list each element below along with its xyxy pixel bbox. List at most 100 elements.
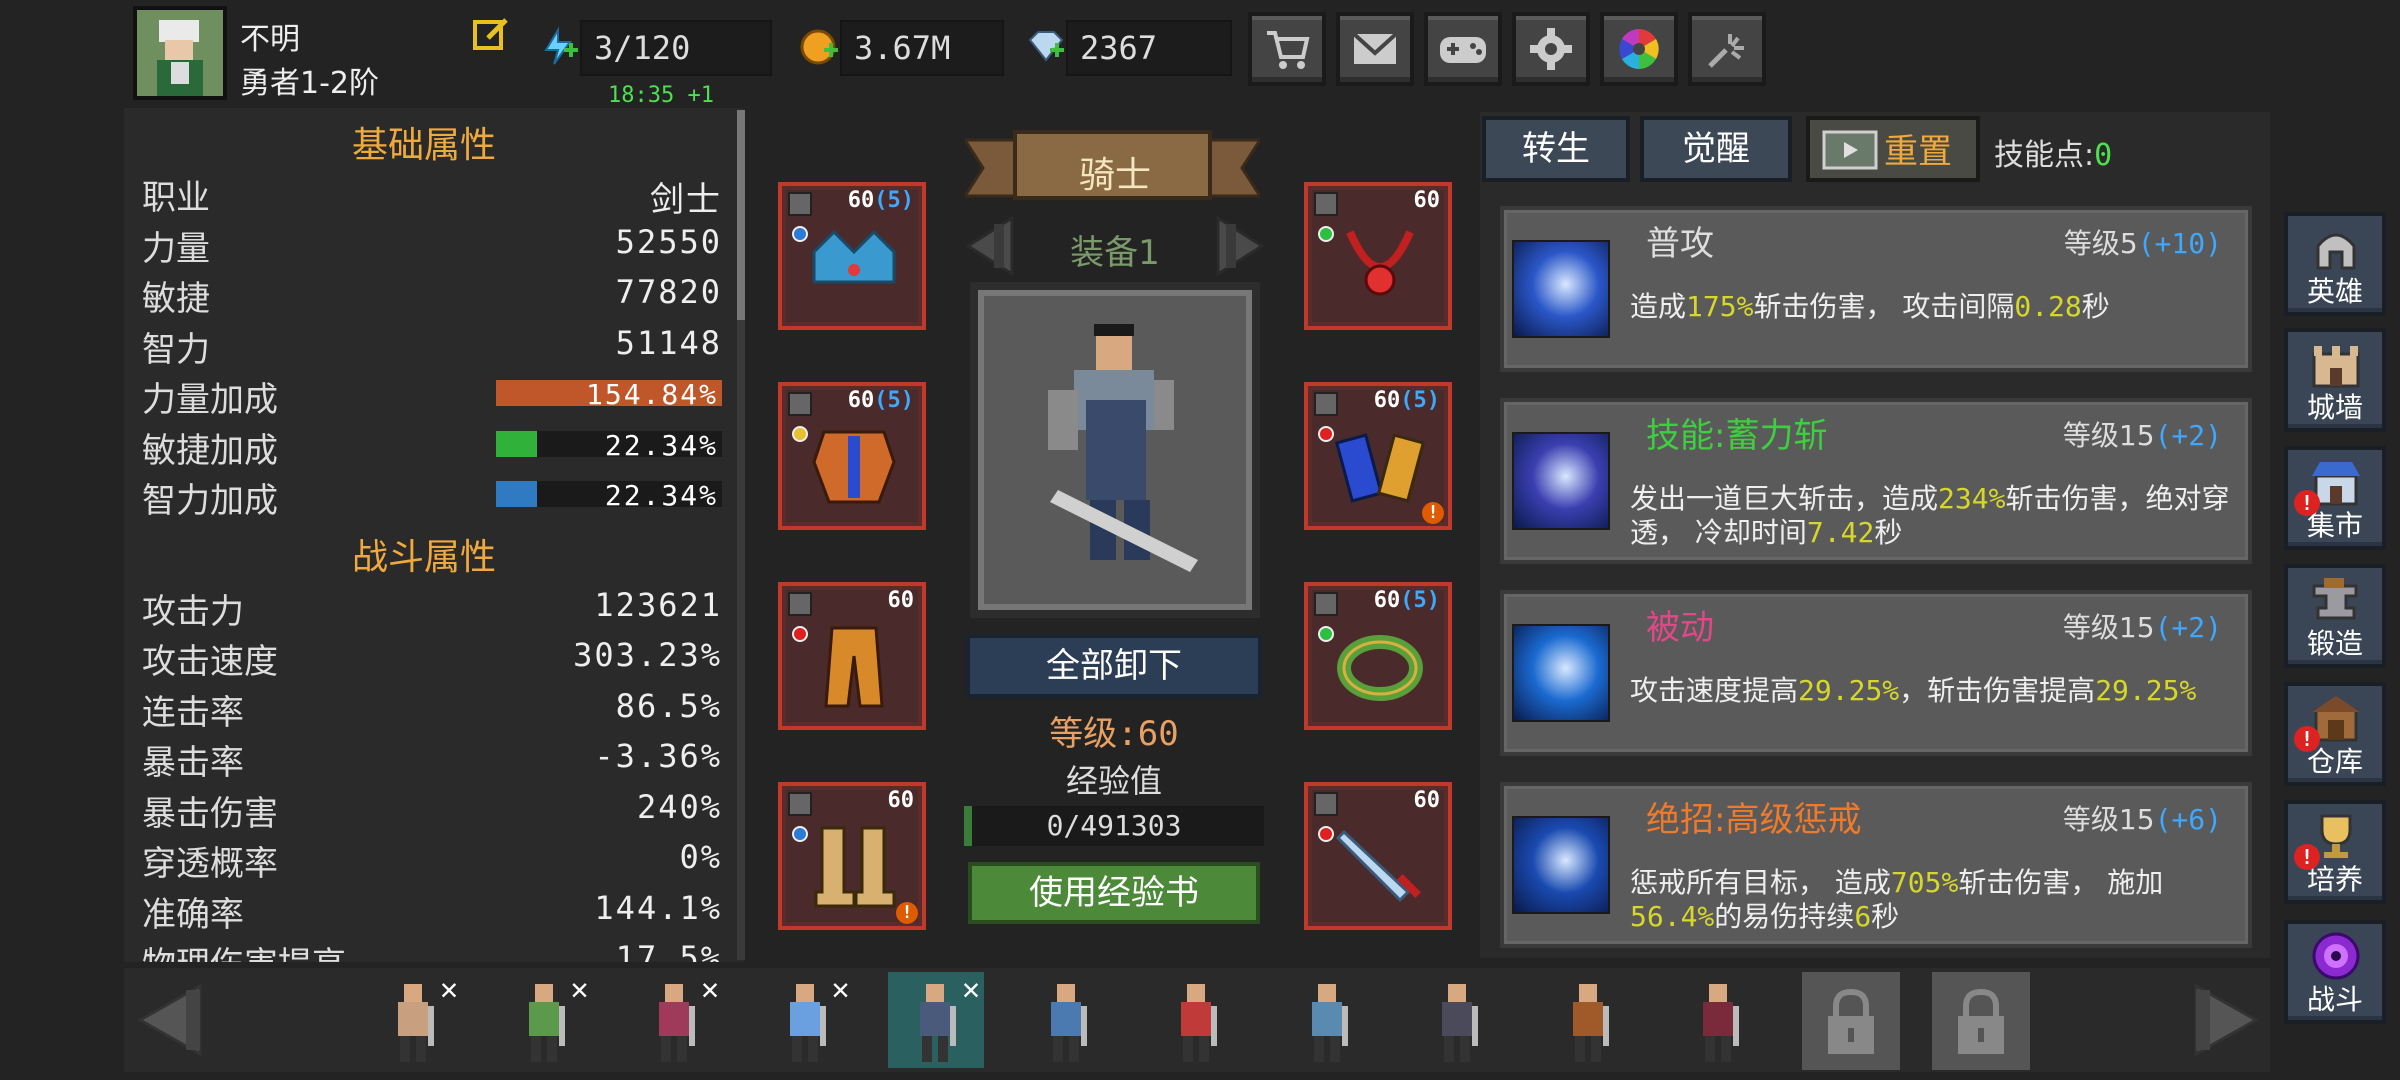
- slot-level: 60(5): [1373, 388, 1440, 413]
- hero-slot[interactable]: [1410, 972, 1506, 1068]
- ring-icon: [1337, 635, 1423, 701]
- nav-portal-button[interactable]: 战斗: [2284, 920, 2386, 1024]
- hero-sprite: [1572, 984, 1609, 1062]
- stat-row: 准确率 144.1%: [142, 887, 722, 935]
- exp-value: 0/491303: [1046, 809, 1182, 842]
- use-exp-book-button[interactable]: 使用经验书: [968, 862, 1260, 924]
- nav-helmet-button[interactable]: 英雄: [2284, 212, 2386, 316]
- hero-slot[interactable]: ✕: [366, 972, 462, 1068]
- hero-sprite: [1703, 984, 1739, 1062]
- hero-slot[interactable]: [1019, 972, 1115, 1068]
- stamina-value: 3/120: [580, 20, 772, 76]
- stat-value: 86.5%: [615, 686, 722, 725]
- edit-name-icon[interactable]: [472, 16, 510, 54]
- equip-slot[interactable]: 60: [1304, 782, 1452, 930]
- skill-card[interactable]: 技能:蓄力斩 等级15(+2) 发出一道巨大斩击，造成234%斩击伤害，绝对穿透， …: [1500, 398, 2252, 564]
- skill-description: 惩戒所有目标， 造成705%斩击伤害， 施加56.4%的易伤持续6秒: [1630, 866, 2164, 933]
- skill-level: 等级15(+2): [2062, 611, 2222, 644]
- hero-sprite: [1181, 984, 1217, 1062]
- hero-slot[interactable]: ✕: [497, 972, 593, 1068]
- combat-stats-title: 战斗属性: [351, 536, 496, 578]
- unequip-all-button[interactable]: 全部卸下: [966, 634, 1262, 698]
- equip-slot[interactable]: 60(5): [778, 182, 926, 330]
- prev-set-arrow[interactable]: [960, 214, 1024, 278]
- bonus-bar: 22.34%: [496, 429, 722, 462]
- tab-rebirth[interactable]: 转生: [1482, 116, 1630, 182]
- next-set-arrow[interactable]: [1206, 214, 1270, 278]
- lock-icon: [788, 392, 812, 416]
- stat-value: 17.5%: [615, 939, 722, 962]
- arrow-left-icon: [965, 215, 1014, 277]
- skill-description: 攻击速度提高29.25%，斩击伤害提高29.25%: [1630, 674, 2197, 707]
- hero-slot[interactable]: ✕: [627, 972, 723, 1068]
- gold-value: 3.67M: [840, 20, 1004, 76]
- skill-card[interactable]: 绝招:高级惩戒 等级15(+6) 惩戒所有目标， 造成705%斩击伤害， 施加56.…: [1500, 782, 2252, 948]
- equip-slot[interactable]: 60: [778, 582, 926, 730]
- slot-level: 60: [1413, 188, 1441, 213]
- nav-castle-wall-button[interactable]: 城墙: [2284, 328, 2386, 432]
- tab-awaken[interactable]: 觉醒: [1640, 116, 1792, 182]
- heroes-prev-button[interactable]: [130, 980, 216, 1060]
- equip-slot[interactable]: 60(5)!: [1304, 382, 1452, 530]
- bonus-bar: 154.84%: [496, 378, 722, 411]
- stat-value: 240%: [636, 787, 722, 826]
- skill-icon: [1512, 240, 1610, 338]
- stat-label: 暴击率: [142, 743, 244, 783]
- stats-scrollbar[interactable]: [737, 110, 745, 320]
- nav-anvil-button[interactable]: 锻造: [2284, 564, 2386, 668]
- hero-slot[interactable]: [1671, 972, 1767, 1068]
- lock-icon: [1314, 792, 1338, 816]
- settings-button[interactable]: [1512, 12, 1590, 86]
- skill-icon: [1512, 816, 1610, 914]
- bonus-value: 22.34%: [604, 428, 718, 462]
- stat-value: 剑士: [650, 180, 722, 220]
- mail-icon: [1352, 32, 1398, 64]
- hero-slot[interactable]: [1541, 972, 1637, 1068]
- stats-panel[interactable]: 基础属性 职业 剑士 力量 52550 敏捷 77820 智力 51148 力量加成 154.84%…: [124, 108, 744, 962]
- equip-slot[interactable]: 60: [1304, 182, 1452, 330]
- stamina-timer: 18:35 +1: [608, 83, 714, 108]
- stat-label: 敏捷加成: [142, 430, 278, 471]
- bonus-bar-fill: [496, 481, 537, 507]
- fireworks-icon: [1708, 34, 1744, 68]
- player-avatar[interactable]: [133, 6, 227, 100]
- stat-value: 51148: [615, 323, 722, 362]
- stat-row: 物理伤害提高 17.5%: [142, 937, 722, 962]
- padlock-icon: [1827, 988, 1874, 1054]
- heroes-next-button[interactable]: [2180, 980, 2266, 1060]
- equip-slot[interactable]: 60(5): [778, 382, 926, 530]
- hero-slot[interactable]: [1149, 972, 1245, 1068]
- nav-trophy-button[interactable]: 培养!: [2284, 800, 2386, 904]
- basic-stats-title: 基础属性: [351, 125, 496, 166]
- equip-slot[interactable]: 60(5): [1304, 582, 1452, 730]
- nav-warehouse-button[interactable]: 仓库!: [2284, 682, 2386, 786]
- theme-button[interactable]: [1600, 12, 1678, 86]
- necklace-icon: [1346, 230, 1414, 296]
- skill-points-value: 0: [2094, 138, 2113, 173]
- lock-icon: [1314, 192, 1338, 216]
- hero-slot[interactable]: ✕: [758, 972, 854, 1068]
- equip-slot[interactable]: 60!: [778, 782, 926, 930]
- stat-row: 暴击率 -3.36%: [142, 735, 722, 783]
- skill-card[interactable]: 普攻 等级5(+10) 造成175%斩击伤害， 攻击间隔0.28秒: [1500, 206, 2252, 372]
- hero-slot[interactable]: ✕: [888, 972, 984, 1068]
- slot-level: 60: [887, 588, 915, 613]
- lock-icon: [788, 192, 812, 216]
- stamina-icon: [538, 26, 580, 68]
- celebration-button[interactable]: [1688, 12, 1766, 86]
- mail-button[interactable]: [1336, 12, 1414, 86]
- alert-badge-icon: !: [2294, 490, 2320, 516]
- hero-slot[interactable]: [1280, 972, 1376, 1068]
- lock-icon: [788, 792, 812, 816]
- skill-card[interactable]: 被动 等级15(+2) 攻击速度提高29.25%，斩击伤害提高29.25%: [1500, 590, 2252, 756]
- stat-row: 连击率 86.5%: [142, 685, 722, 733]
- armor-icon: [812, 430, 896, 504]
- gamepad-button[interactable]: [1424, 12, 1502, 86]
- skill-points-label: 技能点:: [1994, 138, 2095, 173]
- slot-level: 60(5): [1373, 588, 1440, 613]
- gear-icon: [1530, 28, 1572, 70]
- shop-button[interactable]: [1248, 12, 1326, 86]
- nav-market-button[interactable]: 集市!: [2284, 446, 2386, 550]
- skill-points: 技能点:0: [1994, 130, 2112, 174]
- portal-icon: [2312, 932, 2360, 980]
